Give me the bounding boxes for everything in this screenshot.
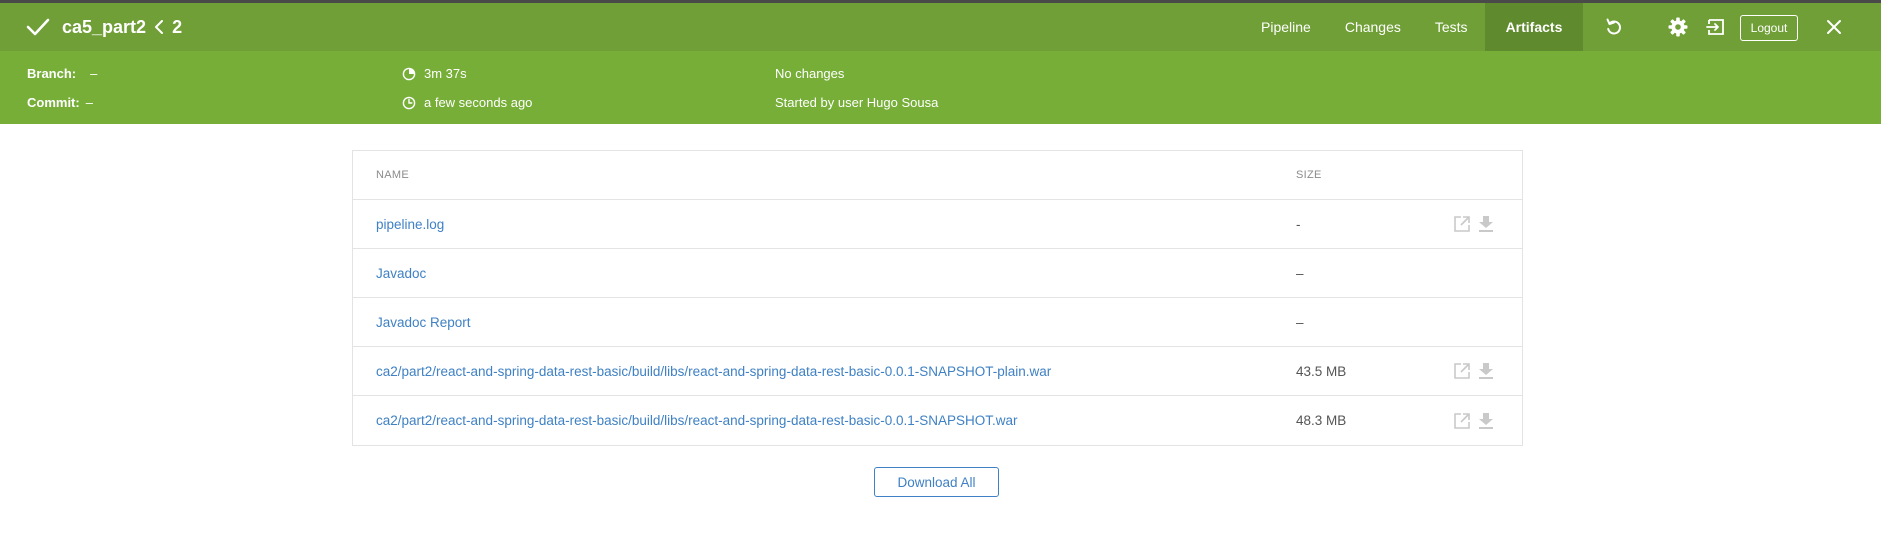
duration-value: 3m 37s [424,66,467,81]
table-header: NAME SIZE [353,151,1522,200]
column-header-name: NAME [376,169,409,181]
branch-info: Branch: – [27,66,97,81]
artifact-size: – [1296,265,1304,281]
logout-button[interactable]: Logout [1740,15,1798,41]
table-row: ca2/part2/react-and-spring-data-rest-bas… [353,396,1522,445]
artifact-link[interactable]: pipeline.log [376,200,444,248]
run-title: ca5_part2 2 [0,3,182,51]
tab-tests[interactable]: Tests [1418,3,1485,51]
chevron-left-icon[interactable] [154,19,166,35]
started-by-info: Started by user Hugo Sousa [775,95,939,110]
artifact-size: 43.5 MB [1296,363,1347,379]
tab-pipeline[interactable]: Pipeline [1244,3,1328,51]
commit-info: Commit: – [27,95,93,110]
check-icon [26,17,52,37]
table-row: pipeline.log - [353,200,1522,249]
run-number: 2 [172,16,183,37]
download-icon[interactable] [1477,215,1495,233]
run-tabs: Pipeline Changes Tests Artifacts [1244,3,1584,51]
branch-label: Branch: [27,66,77,81]
duration-info: 3m 37s [402,66,467,81]
clock-icon [402,96,416,110]
open-external-icon[interactable] [1453,412,1471,430]
run-header: ca5_part2 2 Pipeline Changes Tests Artif… [0,3,1881,51]
table-row: Javadoc – [353,249,1522,298]
artifact-actions [1453,200,1495,248]
commit-label: Commit: [27,95,80,110]
duration-icon [402,67,416,81]
artifact-actions [1453,347,1495,395]
artifacts-table: NAME SIZE pipeline.log - Javadoc – Javad… [352,150,1523,446]
artifact-link[interactable]: Javadoc Report [376,298,471,346]
branch-value: – [90,66,98,81]
pipeline-name[interactable]: ca5_part2 [62,17,146,38]
table-row: Javadoc Report – [353,298,1522,347]
gear-icon[interactable] [1666,3,1690,51]
replay-icon[interactable] [1600,3,1628,51]
changes-info: No changes [775,66,845,81]
artifact-size: 48.3 MB [1296,413,1347,428]
artifact-size: - [1296,216,1301,232]
commit-value: – [85,95,93,110]
artifact-link[interactable]: Javadoc [376,249,426,297]
started-info: a few seconds ago [402,95,532,110]
artifact-link[interactable]: ca2/part2/react-and-spring-data-rest-bas… [376,396,1018,445]
run-details: Branch: – Commit: – 3m 37s a few seconds… [0,51,1881,124]
column-header-size: SIZE [1296,169,1322,181]
close-icon[interactable] [1822,3,1846,51]
artifact-size: – [1296,314,1304,330]
exit-icon[interactable] [1704,3,1728,51]
artifact-actions [1453,396,1495,445]
open-external-icon[interactable] [1453,362,1471,380]
table-row: ca2/part2/react-and-spring-data-rest-bas… [353,347,1522,396]
download-icon[interactable] [1477,362,1495,380]
download-icon[interactable] [1477,412,1495,430]
artifact-link[interactable]: ca2/part2/react-and-spring-data-rest-bas… [376,347,1051,395]
tab-changes[interactable]: Changes [1328,3,1418,51]
download-all-button[interactable]: Download All [874,467,999,497]
started-value: a few seconds ago [424,95,533,110]
tab-artifacts[interactable]: Artifacts [1484,3,1584,51]
open-external-icon[interactable] [1453,215,1471,233]
